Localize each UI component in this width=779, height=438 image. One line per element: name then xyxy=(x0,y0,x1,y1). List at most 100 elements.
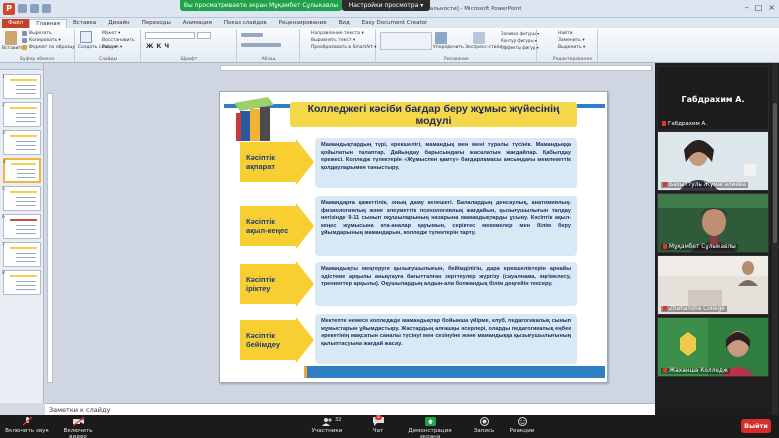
arrange-button[interactable]: Упорядочить xyxy=(433,45,464,50)
arrange-icon[interactable] xyxy=(435,32,447,44)
slide-thumbnail[interactable]: 8 xyxy=(2,270,41,295)
screen: { "window": { "doc_title": "Бұлыбас ю. [… xyxy=(0,0,779,438)
text-direction-button[interactable]: Направление текста ▾ xyxy=(311,31,364,36)
speaker-name: Габдрахим А. xyxy=(681,95,745,104)
participant-name: Бахыттуль Жумагалиева xyxy=(669,182,746,188)
slide-thumbnail[interactable]: 1 xyxy=(2,74,41,99)
tab-transitions[interactable]: Переходы xyxy=(136,19,177,28)
section-button[interactable]: Раздел ▾ xyxy=(102,45,122,50)
paragraph-group: Абзац xyxy=(238,29,300,62)
shape-effects-button[interactable]: Эффекты фигур ▾ xyxy=(501,45,539,50)
slide-thumbnail[interactable]: 2 xyxy=(2,102,41,127)
row-text-advice: Мамандарға қажеттілік, оның даму келешег… xyxy=(315,196,577,256)
tab-design[interactable]: Дизайн xyxy=(102,19,135,28)
clipboard-group: Вставить Вырезать Копировать ▾ Формат по… xyxy=(0,29,75,62)
undo-icon[interactable] xyxy=(30,4,39,13)
shape-fill-button[interactable]: Заливка фигуры ▾ xyxy=(501,31,539,36)
active-speaker-tile[interactable]: Габдрахим А. Габдрахим А. xyxy=(657,66,769,130)
replace-button[interactable]: Заменить ▾ xyxy=(558,38,585,43)
view-options-button[interactable]: Настройки просмотра ▾ xyxy=(342,0,430,11)
tab-view[interactable]: Вид xyxy=(333,19,356,28)
drawing-group-label: Рисование xyxy=(444,57,469,62)
video-tile[interactable]: Мұқамбет Сұлыкавлы xyxy=(657,193,769,253)
copy-icon[interactable] xyxy=(22,38,27,43)
cut-icon[interactable] xyxy=(22,31,27,36)
save-icon[interactable] xyxy=(18,4,27,13)
reactions-button[interactable]: Реакции xyxy=(508,417,536,434)
editing-group-label: Редактирование xyxy=(552,57,593,62)
participants-button[interactable]: Участники 32 xyxy=(307,417,347,434)
slide-number: 8 xyxy=(2,271,5,276)
quick-styles-button[interactable]: Экспресс-стили xyxy=(465,45,502,50)
font-size-box[interactable] xyxy=(197,32,211,39)
select-button[interactable]: Выделить ▾ xyxy=(558,45,585,50)
shapes-gallery[interactable] xyxy=(380,32,432,50)
share-screen-label: Демонстрация экрана xyxy=(408,428,452,438)
smartart-button[interactable]: Преобразовать в SmartArt ▾ xyxy=(311,45,377,50)
video-tile[interactable]: Бахыттуль Жумагалиева xyxy=(657,131,769,191)
vertical-ruler xyxy=(47,93,53,383)
copy-button[interactable]: Копировать ▾ xyxy=(29,38,61,43)
slide-thumbnail[interactable]: 6 xyxy=(2,214,41,239)
minimize-icon[interactable]: – xyxy=(745,3,749,12)
start-video-label: Включить видео xyxy=(63,428,93,438)
row-arrow xyxy=(296,139,314,185)
quick-styles-icon[interactable] xyxy=(473,32,485,44)
cut-button[interactable]: Вырезать xyxy=(29,31,52,36)
video-tile[interactable]: Жаханша Колледж xyxy=(657,317,769,377)
start-video-button[interactable]: Включить видео xyxy=(54,417,102,438)
slide-thumbnail-selected[interactable]: 4 xyxy=(3,158,41,183)
align-text-button[interactable]: Выровнять текст ▾ xyxy=(311,38,355,43)
tab-home[interactable]: Главная xyxy=(29,19,67,28)
slides-group-label: Слайды xyxy=(98,57,118,62)
tab-file[interactable]: Файл xyxy=(2,19,30,28)
shape-outline-button[interactable]: Контур фигуры ▾ xyxy=(501,38,537,43)
font-name-box[interactable] xyxy=(145,32,195,39)
layout-button[interactable]: Макет ▾ xyxy=(102,31,120,36)
reset-button[interactable]: Восстановить xyxy=(102,38,135,43)
slide-thumbnail[interactable]: 3 xyxy=(2,130,41,155)
panel-scrollbar[interactable] xyxy=(772,63,778,415)
share-screen-button[interactable]: Демонстрация экрана xyxy=(400,417,460,438)
record-icon xyxy=(479,417,489,426)
unmute-button[interactable]: Включить звук xyxy=(4,417,50,434)
tab-slide-show[interactable]: Показ слайдов xyxy=(218,19,273,28)
tab-animations[interactable]: Анимация xyxy=(177,19,218,28)
find-button[interactable]: Найти xyxy=(558,31,573,36)
tab-review[interactable]: Рецензирование xyxy=(273,19,333,28)
slide-canvas[interactable]: Колледжегі кәсіби бағдар беру жұмыс жүйе… xyxy=(219,91,608,383)
tab-easy-document-creator[interactable]: Easy Document Creator xyxy=(356,19,433,28)
redo-icon[interactable] xyxy=(42,4,51,13)
slide-number: 4 xyxy=(3,160,6,165)
format-painter-icon[interactable] xyxy=(22,45,27,50)
row-label-advice: Кәсіптік ақыл-кеңес xyxy=(240,206,296,246)
paste-icon[interactable] xyxy=(5,31,17,45)
font-format-buttons[interactable]: ЖКЧ xyxy=(146,43,172,50)
leave-meeting-button[interactable]: Выйти xyxy=(741,419,771,433)
format-painter-button[interactable]: Формат по образцу xyxy=(29,45,75,50)
chat-label: Чат xyxy=(372,428,384,434)
tab-insert[interactable]: Вставка xyxy=(67,19,102,28)
close-icon[interactable]: × xyxy=(768,3,775,12)
scrollbar-thumb[interactable] xyxy=(773,103,777,243)
row-label-adaptation: Кәсіптік бейімдеу xyxy=(240,320,296,360)
maximize-icon[interactable]: □ xyxy=(755,3,763,12)
paste-button[interactable]: Вставить xyxy=(2,46,24,51)
quick-access-toolbar xyxy=(18,4,51,13)
new-slide-icon[interactable] xyxy=(80,31,92,43)
editing-group: Найти Заменить ▾ Выделить ▾ Редактирован… xyxy=(548,29,598,62)
participant-label: Zhahansha College xyxy=(661,306,727,312)
screen-share-banner: Вы просматриваете экран Мұқамбет Сұлыкав… xyxy=(180,0,342,11)
pane-tabs[interactable] xyxy=(0,63,43,70)
slide-number: 3 xyxy=(2,131,5,136)
align-icon[interactable] xyxy=(241,43,281,47)
video-tile[interactable]: Zhahansha College xyxy=(657,255,769,315)
record-button[interactable]: Запись xyxy=(470,417,498,434)
list-icon[interactable] xyxy=(241,33,263,37)
row-arrow xyxy=(296,317,314,363)
notes-pane[interactable]: Заметки к слайду xyxy=(45,403,655,415)
slide-thumbnail[interactable]: 7 xyxy=(2,242,41,267)
slide-thumbnail[interactable]: 5 xyxy=(2,186,41,211)
chat-button[interactable]: 1 Чат xyxy=(366,415,390,434)
books-icon xyxy=(234,97,274,141)
